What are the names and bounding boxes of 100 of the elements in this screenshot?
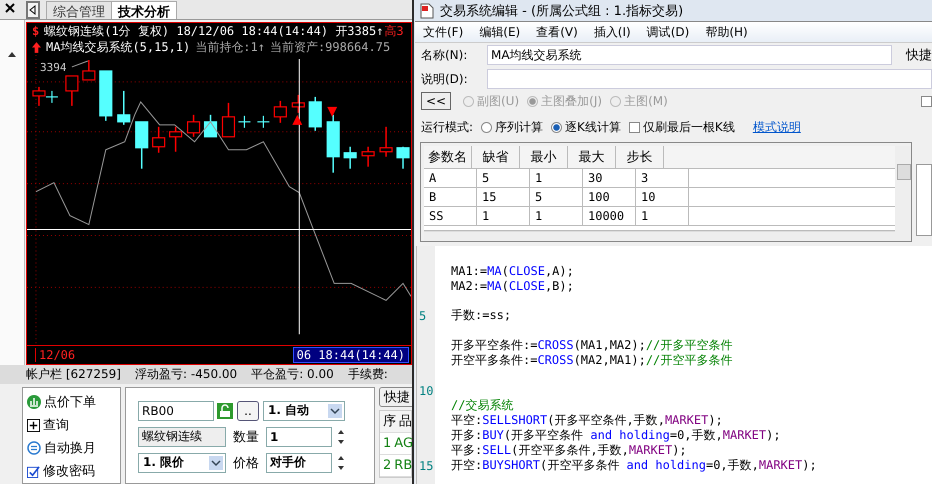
candlestick: [362, 147, 375, 168]
column-header: 步长: [616, 146, 664, 168]
sidebar-item[interactable]: 查询: [27, 414, 120, 437]
candlestick: [117, 91, 130, 126]
candlestick: [326, 115, 340, 174]
code-line: MA2:=MA(CLOSE,B);: [451, 278, 574, 292]
sidebar-label: 修改密码: [43, 463, 95, 480]
column-header: 最小: [520, 146, 568, 168]
table-cell-text: AG: [393, 436, 412, 451]
horizontal-scrollbar[interactable]: [424, 231, 895, 241]
candlestick: [257, 116, 270, 128]
sidebar-item[interactable]: 自动换月: [27, 436, 120, 460]
candlestick: [169, 127, 182, 152]
tab[interactable]: 综合管理: [46, 1, 112, 20]
radio-option: 主图叠加(J): [527, 92, 602, 110]
menu-item[interactable]: 编辑(E): [479, 24, 520, 40]
price-field[interactable]: 对手价: [266, 452, 332, 473]
scroll-up-icon[interactable]: [8, 52, 16, 58]
candlestick: [65, 76, 78, 106]
code-line: 平空:SELLSHORT(开多平空条件,手数,MARKET);: [451, 412, 723, 429]
order-type-dropdown[interactable]: 1. 限价: [138, 452, 226, 473]
description-field[interactable]: [487, 69, 932, 89]
menu-item[interactable]: 文件(F): [423, 24, 464, 40]
candlestick: [135, 122, 148, 170]
spinner-icon[interactable]: [336, 454, 346, 472]
menu-item[interactable]: 查看(V): [536, 24, 578, 40]
browse-button[interactable]: ..: [237, 400, 259, 421]
candlestick: [152, 127, 166, 154]
assets-label: 当前资产:998664.75: [270, 38, 390, 56]
collapse-button[interactable]: <<: [421, 92, 451, 110]
table-cell: 30: [583, 169, 636, 187]
menu-item[interactable]: 帮助(H): [705, 24, 748, 40]
menu-item[interactable]: 调试(D): [646, 24, 690, 40]
close-icon[interactable]: [4, 2, 16, 14]
line-number: 15: [419, 458, 434, 472]
table-cell: 100: [583, 188, 636, 206]
radio-option[interactable]: 序列计算: [481, 118, 544, 136]
system-label: MA均线交易系统(5,15,1): [46, 38, 190, 56]
table-cell: 5: [477, 169, 530, 187]
checkbox[interactable]: [921, 96, 932, 106]
equals-circle-icon: [27, 441, 41, 456]
mode-help-link[interactable]: 模式说明: [752, 118, 801, 136]
line-number: 10: [419, 384, 434, 398]
quantity-field[interactable]: 1: [266, 426, 332, 447]
name-label: 名称(N):: [421, 46, 468, 64]
candlestick: [292, 95, 305, 114]
chevron-down-icon[interactable]: [209, 456, 223, 470]
sell-arrow-icon: [327, 107, 338, 118]
checkbox-option[interactable]: 仅刷最后一根K线: [628, 118, 735, 136]
dollar-icon: $: [32, 24, 40, 38]
column-header: 最大: [568, 146, 616, 168]
table-cell: 1: [530, 169, 583, 187]
table-cell-text: 2: [382, 458, 392, 473]
quantity-label: 数量: [233, 428, 259, 446]
side-panel: [916, 164, 932, 236]
code-line: //交易系统: [451, 397, 514, 414]
candlestick: [379, 127, 393, 158]
contract-name-field: 螺纹钢连续: [138, 426, 226, 447]
name-field[interactable]: MA均线交易系统: [487, 45, 892, 65]
candlestick: [222, 103, 236, 138]
candlestick: [308, 97, 322, 132]
radio-option[interactable]: 逐K线计算: [551, 118, 621, 136]
candlestick: [344, 147, 357, 170]
account-info: 平仓盈亏: 0.00: [251, 366, 334, 383]
line-number: 5: [419, 308, 426, 322]
table-cell: 3: [636, 169, 689, 187]
menu-item[interactable]: 插入(I): [594, 24, 631, 40]
spinner-icon[interactable]: [336, 428, 346, 446]
column-header: 序: [382, 413, 396, 430]
table-cell: 10000: [583, 207, 636, 225]
account-info: 浮动盈亏: -450.00: [135, 366, 238, 383]
checkmark-icon: [27, 464, 40, 478]
table-cell: 1: [636, 207, 689, 225]
account-info: 手续费:: [348, 366, 388, 383]
table-cell: 15: [477, 188, 530, 206]
quick-close-button[interactable]: 快捷: [379, 386, 412, 407]
sidebar-label: 查询: [43, 417, 69, 434]
code-line: MA1:=MA(CLOSE,A);: [451, 264, 574, 278]
sidebar-item[interactable]: 修改密码: [27, 460, 120, 483]
radio-option: 主图(M): [610, 92, 668, 110]
run-mode-label: 运行模式:: [421, 118, 474, 136]
code-editor[interactable]: [416, 246, 932, 484]
hotkey-label: 快捷: [906, 47, 932, 64]
code-line: 开空平多条件:=CROSS(MA2,MA1);//开空平多条件: [451, 352, 732, 369]
strategy-dropdown[interactable]: 1. 自动: [263, 400, 345, 421]
scroll-left-button[interactable]: [26, 1, 40, 20]
column-header: 参数名: [424, 146, 472, 168]
description-label: 说明(D):: [421, 70, 469, 88]
code-line: 开多:BUY(开多平空条件 and holding=0,手数,MARKET);: [451, 427, 781, 444]
buy-arrow-icon: [292, 115, 302, 126]
tab[interactable]: 技术分析: [111, 1, 177, 20]
table-cell: 10: [636, 188, 689, 206]
column-header: 品: [398, 413, 412, 430]
contract-field[interactable]: RB00: [138, 400, 214, 421]
padlock-icon[interactable]: [217, 402, 233, 419]
sidebar-item[interactable]: 点价下单: [27, 390, 120, 414]
radio-option: 副图(U): [463, 92, 520, 110]
candlestick: [396, 147, 410, 170]
chevron-down-icon[interactable]: [328, 404, 342, 418]
table-cell-text: RB: [393, 458, 412, 473]
